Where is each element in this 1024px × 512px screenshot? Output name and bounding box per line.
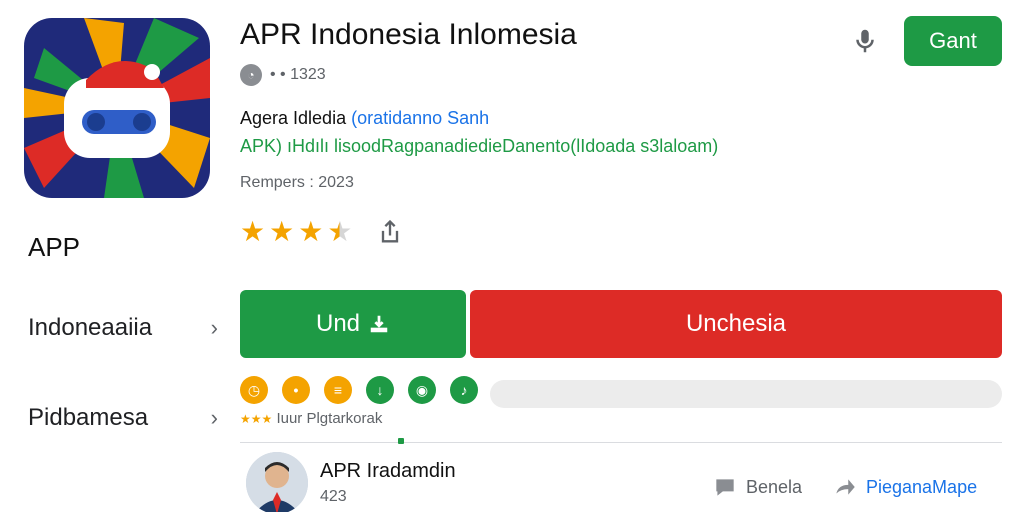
developer-name: Agera Idledia <box>240 108 347 128</box>
install-button[interactable]: Und <box>240 290 466 358</box>
arrow-share-icon <box>836 479 855 495</box>
tab-indicator <box>398 438 404 444</box>
download-icon[interactable]: ↓ <box>366 376 394 404</box>
sidebar-item-first[interactable]: Indoneaaiia › <box>28 314 218 342</box>
install-label: Und <box>315 310 361 337</box>
react-button[interactable]: Benela <box>712 474 802 500</box>
sidebar-item-label: Pidbamesa <box>28 404 149 431</box>
reviewer-count: 423 <box>320 488 347 505</box>
sidebar-item-second[interactable]: Pidbamesa › <box>28 404 218 432</box>
mini-stars-icon: ★★★ <box>240 412 273 426</box>
star-icon: ★ <box>327 216 353 247</box>
microphone-icon[interactable] <box>850 26 880 56</box>
dots-icon[interactable]: • <box>282 376 310 404</box>
release-info: Rempers : 2023 <box>240 174 354 191</box>
share-link[interactable]: PieganaMape <box>832 474 977 500</box>
star-icon: ★ <box>298 216 324 247</box>
app-icon <box>24 18 210 198</box>
avatar[interactable] <box>246 452 308 512</box>
app-title: APR Indonesia Inlomesia <box>240 18 577 51</box>
chip-caption: ★★★ Iuur Plgtarkorak <box>240 410 382 427</box>
section-label: APP <box>28 232 81 262</box>
react-label: Benela <box>746 476 803 497</box>
sidebar-item-label: Indoneaaiia <box>28 314 153 341</box>
clock-icon[interactable]: ◷ <box>240 376 268 404</box>
open-button[interactable]: Unchesia <box>470 290 1002 358</box>
star-icon: ★ <box>269 216 295 247</box>
star-icon: ★ <box>240 216 266 247</box>
meta-row: ◔ • • 1323 <box>240 64 326 86</box>
share-icon[interactable] <box>376 218 404 246</box>
rating-row: ★ ★ ★ ★ <box>240 218 404 246</box>
music-icon[interactable]: ♪ <box>450 376 478 404</box>
game-icon[interactable]: ◉ <box>408 376 436 404</box>
meta-text: • • 1323 <box>270 66 326 83</box>
document-icon[interactable]: ≡ <box>324 376 352 404</box>
divider <box>240 442 1002 443</box>
reviewer-name: APR Iradamdin <box>320 460 456 482</box>
chat-icon <box>716 479 734 496</box>
chip-caption-text: Iuur Plgtarkorak <box>276 410 383 427</box>
info-icon: ◔ <box>240 64 262 86</box>
progress-track <box>490 380 1002 408</box>
developer-line: Agera Idledia (oratidanno Sanh <box>240 108 489 129</box>
category-chips: ◷ • ≡ ↓ ◉ ♪ <box>240 376 478 404</box>
developer-link[interactable]: (oratidanno Sanh <box>351 108 489 128</box>
get-button[interactable]: Gant <box>904 16 1002 66</box>
chevron-right-icon: › <box>210 315 218 340</box>
chevron-right-icon: › <box>210 405 218 430</box>
app-tagline: APK) ıHdılı lisoodRagpanadiedieDanento(l… <box>240 136 719 156</box>
star-rating: ★ ★ ★ ★ <box>240 218 352 246</box>
download-icon <box>370 315 388 333</box>
share-label: PieganaMape <box>866 476 978 497</box>
